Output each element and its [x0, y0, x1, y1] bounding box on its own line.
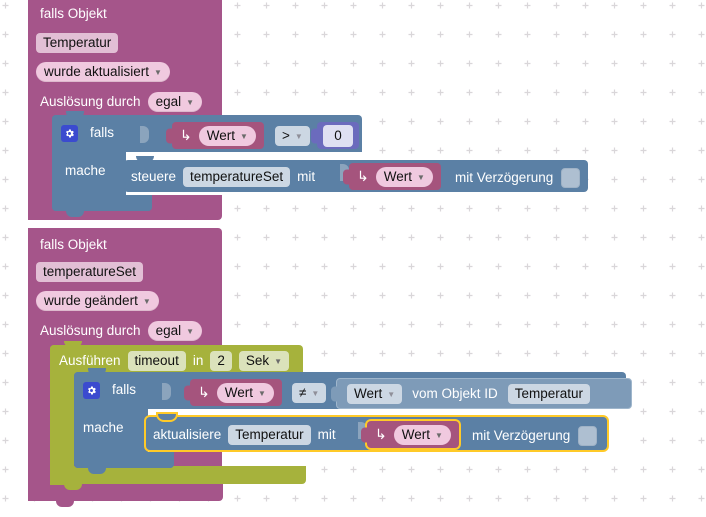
if-block-2-bottom-arm — [74, 452, 174, 468]
timeout-unit-dropdown[interactable]: Sek ▼ — [238, 351, 290, 371]
value-plug — [361, 427, 368, 442]
value-ref-block-4[interactable]: ↳ Wert ▼ — [361, 421, 459, 448]
chevron-down-icon: ▼ — [258, 388, 266, 398]
trigger-2-object-field[interactable]: temperatureSet — [36, 261, 144, 283]
value-ref-2-dropdown[interactable]: Wert ▼ — [375, 166, 433, 187]
arrow-return-icon: ↳ — [180, 127, 192, 143]
trigger-1-object-id[interactable]: Temperatur — [36, 33, 119, 53]
trigger-2-condition-label: wurde geändert — [44, 293, 138, 309]
control-set-delay-row: mit Verzögerung — [455, 167, 581, 189]
trigger-2-trigger-by-label: Auslösung durch — [40, 323, 141, 339]
chevron-down-icon: ▼ — [417, 172, 425, 182]
comparison-operator-1[interactable]: > ▼ — [275, 126, 310, 146]
delay-checkbox-2[interactable] — [578, 426, 598, 446]
chevron-down-icon: ▼ — [142, 297, 151, 306]
value-ref-1-dropdown[interactable]: Wert ▼ — [198, 125, 256, 146]
trigger-1-object-field[interactable]: Temperatur — [36, 32, 119, 54]
value-ref-block-1[interactable]: ↳ Wert ▼ — [166, 122, 264, 149]
number-1-value[interactable]: 0 — [323, 124, 353, 147]
comparison-operator-2[interactable]: ≠ ▼ — [292, 383, 327, 403]
delay-checkbox-1[interactable] — [561, 168, 581, 188]
control-set-target[interactable]: temperatureSet — [183, 167, 291, 187]
chevron-down-icon: ▼ — [186, 327, 195, 336]
value-plug — [166, 128, 173, 143]
chevron-down-icon: ▼ — [294, 132, 303, 141]
update-state-with-label: mit — [317, 427, 336, 443]
chevron-down-icon: ▼ — [240, 131, 248, 141]
control-set-row: steuere temperatureSet mit — [131, 166, 315, 188]
value-ref-3-dropdown[interactable]: Wert ▼ — [216, 382, 274, 403]
if-block-2-top-notch — [88, 368, 106, 375]
value-plug — [184, 385, 191, 400]
blockly-workspace[interactable]: falls Objekt Temperatur wurde aktualisie… — [0, 0, 706, 517]
timeout-in-label: in — [192, 353, 204, 369]
timeout-amount-field[interactable]: 2 — [210, 351, 232, 371]
value-ref-4-dropdown[interactable]: Wert ▼ — [393, 424, 451, 445]
arrow-return-icon: ↳ — [198, 384, 210, 400]
control-set-verb: steuere — [131, 169, 177, 185]
trigger-1-trigger-by-dropdown[interactable]: egal ▼ — [147, 92, 203, 112]
value-ref-block-3[interactable]: ↳ Wert ▼ — [184, 379, 282, 406]
trigger-2-trigger-by-dropdown[interactable]: egal ▼ — [147, 321, 203, 341]
object-value-dropdown[interactable]: Wert ▼ — [347, 383, 403, 404]
chevron-down-icon: ▼ — [186, 98, 195, 107]
if-block-2-if-label: falls — [112, 382, 137, 398]
control-set-with-label: mit — [297, 169, 316, 185]
number-block-1[interactable]: 0 — [311, 122, 359, 149]
if-block-1-if-label: falls — [90, 125, 115, 141]
arrow-return-icon: ↳ — [357, 168, 369, 184]
update-state-row: aktualisiere Temperatur mit — [153, 424, 336, 446]
if-block-1-condition-socket — [140, 126, 149, 143]
object-value-of-label: vom Objekt ID — [412, 386, 498, 401]
trigger-1-trigger-by-label: Auslösung durch — [40, 94, 141, 110]
if-block-1-header-row: falls — [61, 120, 114, 146]
trigger-1-condition-dropdown[interactable]: wurde aktualisiert ▼ — [36, 61, 170, 83]
trigger-2-title: falls Objekt — [40, 237, 107, 253]
arrow-return-icon: ↳ — [375, 426, 387, 442]
update-state-verb: aktualisiere — [153, 427, 222, 443]
chevron-down-icon: ▼ — [154, 68, 162, 77]
if-block-2-header-row: falls — [83, 377, 136, 403]
value-plug — [331, 386, 338, 401]
if-block-1-bottom-arm — [52, 195, 152, 211]
chevron-down-icon: ▼ — [387, 389, 396, 399]
gear-icon[interactable] — [61, 124, 78, 142]
value-plug — [343, 169, 350, 184]
update-state-delay-row: mit Verzögerung — [472, 425, 598, 447]
update-state-delay-label: mit Verzögerung — [472, 428, 571, 444]
timeout-name-field[interactable]: timeout — [127, 351, 186, 371]
value-ref-block-2[interactable]: ↳ Wert ▼ — [343, 163, 441, 190]
trigger-1-trigger-by-row: Auslösung durch egal ▼ — [40, 91, 203, 113]
value-plug — [311, 128, 318, 143]
trigger-2-trigger-by-row: Auslösung durch egal ▼ — [40, 320, 203, 342]
gear-icon[interactable] — [83, 381, 100, 399]
if-block-2-do-label: mache — [83, 420, 124, 436]
trigger-2-condition-dropdown[interactable]: wurde geändert ▼ — [36, 290, 159, 312]
chevron-down-icon: ▼ — [435, 430, 443, 440]
if-block-1-do-label: mache — [65, 163, 106, 179]
trigger-1-condition-label: wurde aktualisiert — [44, 64, 150, 80]
control-set-delay-label: mit Verzögerung — [455, 170, 554, 186]
timeout-run-label: Ausführen — [59, 353, 121, 369]
trigger-1-title: falls Objekt — [40, 6, 107, 22]
if-block-1-top-notch — [66, 111, 84, 118]
object-value-block[interactable]: Wert ▼ vom Objekt ID Temperatur — [331, 378, 632, 409]
chevron-down-icon: ▼ — [274, 357, 283, 366]
update-state-target[interactable]: Temperatur — [228, 425, 311, 445]
if-block-2-condition-socket — [162, 383, 171, 400]
object-value-object-id[interactable]: Temperatur — [507, 383, 590, 404]
chevron-down-icon: ▼ — [311, 389, 320, 398]
trigger-2-object-id[interactable]: temperatureSet — [36, 262, 144, 282]
